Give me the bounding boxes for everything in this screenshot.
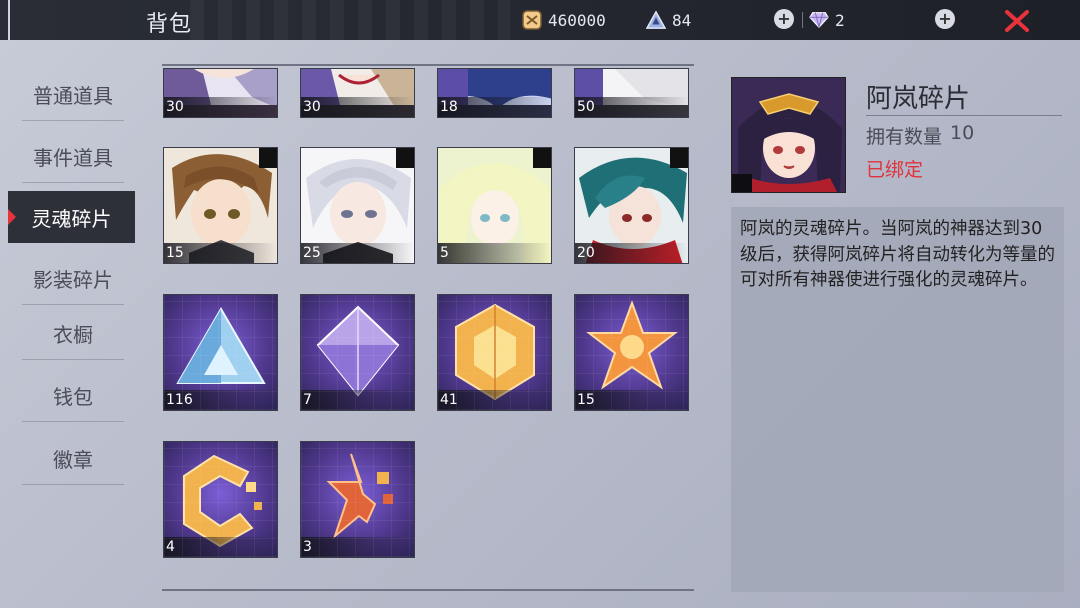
item-count: 25 — [301, 243, 414, 263]
diamond-value: 2 — [835, 10, 845, 30]
coin-icon — [522, 10, 542, 30]
purple-diamond-crystal-icon — [316, 305, 400, 397]
item-count: 4 — [164, 537, 277, 557]
item-count: 7 — [301, 390, 414, 410]
tab-badges[interactable]: 徽章 — [22, 432, 124, 485]
dark-hair-girl-portrait — [732, 78, 845, 192]
close-button[interactable] — [1004, 9, 1030, 33]
tab-label: 徽章 — [53, 447, 93, 472]
item-count: 15 — [575, 390, 688, 410]
item-count: 50 — [575, 97, 688, 117]
item-count: 30 — [164, 97, 277, 117]
item-name-underline — [866, 115, 1062, 116]
grid-top-divider — [162, 64, 694, 66]
top-bar: 背包 460000 84 + 2 + — [0, 0, 1080, 40]
bound-status: 已绑定 — [866, 159, 924, 181]
inventory-item[interactable]: 3 — [300, 441, 415, 558]
inventory-item[interactable]: 4 — [163, 441, 278, 558]
diamond-icon — [809, 10, 829, 30]
tab-wallet[interactable]: 钱包 — [22, 369, 124, 422]
tab-label: 普通道具 — [33, 83, 113, 108]
coin-value: 460000 — [548, 10, 606, 30]
currency-separator — [802, 12, 803, 28]
stamina-triangle-icon — [646, 10, 666, 30]
tab-shadow-fragments[interactable]: 影装碎片 — [22, 252, 124, 305]
tab-normal-items[interactable]: 普通道具 — [22, 68, 124, 121]
inventory-item[interactable]: 5 — [437, 147, 552, 264]
item-count: 41 — [438, 390, 551, 410]
topbar-edge-line — [8, 0, 10, 40]
add-stamina-button[interactable]: + — [774, 9, 794, 29]
topbar-pattern — [190, 0, 510, 40]
item-count: 3 — [301, 537, 414, 557]
item-count: 5 — [438, 243, 551, 263]
item-count: 15 — [164, 243, 277, 263]
stamina-counter: 84 — [646, 8, 691, 32]
item-name: 阿岚碎片 — [866, 84, 971, 114]
item-count: 20 — [575, 243, 688, 263]
inventory-item[interactable]: 15 — [574, 294, 689, 411]
gold-star-crystal-icon — [586, 300, 678, 390]
tab-soul-fragments[interactable]: 灵魂碎片 — [8, 191, 135, 243]
close-icon — [1005, 10, 1029, 32]
inventory-item[interactable]: 18 — [437, 68, 552, 118]
tab-label: 衣橱 — [53, 322, 93, 347]
blue-triangle-crystal-icon — [176, 307, 266, 384]
page-title: 背包 — [146, 12, 193, 37]
item-description-panel: 阿岚的灵魂碎片。当阿岚的神器达到30级后，获得阿岚碎片将自动转化为等量的可对所有… — [731, 207, 1064, 592]
red-broken-star-icon — [326, 453, 393, 540]
grid-bottom-divider — [162, 589, 694, 591]
item-description: 阿岚的灵魂碎片。当阿岚的神器达到30级后，获得阿岚碎片将自动转化为等量的可对所有… — [740, 219, 1055, 290]
item-count: 30 — [301, 97, 414, 117]
item-count: 116 — [164, 390, 277, 410]
coin-counter: 460000 — [522, 8, 606, 32]
inventory-item[interactable]: 30 — [300, 68, 415, 118]
inventory-item[interactable]: 50 — [574, 68, 689, 118]
tab-label: 钱包 — [53, 384, 93, 409]
stamina-value: 84 — [672, 10, 692, 30]
inventory-item[interactable]: 116 — [163, 294, 278, 411]
tab-wardrobe[interactable]: 衣橱 — [22, 307, 124, 360]
owned-count: 10 — [950, 122, 975, 144]
inventory-item[interactable]: 41 — [437, 294, 552, 411]
tab-label: 灵魂碎片 — [31, 206, 112, 231]
inventory-item[interactable]: 30 — [163, 68, 278, 118]
gold-broken-hexagon-icon — [183, 454, 262, 548]
tab-label: 影装碎片 — [33, 267, 113, 292]
selected-item-portrait — [731, 77, 846, 193]
item-count: 18 — [438, 97, 551, 117]
inventory-item[interactable]: 15 — [163, 147, 278, 264]
tab-label: 事件道具 — [33, 145, 113, 170]
inventory-item[interactable]: 7 — [300, 294, 415, 411]
add-diamond-button[interactable]: + — [935, 9, 955, 29]
gold-hexagon-crystal-icon — [455, 303, 535, 401]
inventory-item[interactable]: 25 — [300, 147, 415, 264]
owned-quantity: 拥有数量 10 — [866, 122, 974, 149]
diamond-counter: 2 — [809, 8, 845, 32]
inventory-item[interactable]: 20 — [574, 147, 689, 264]
tab-event-items[interactable]: 事件道具 — [22, 130, 124, 183]
owned-label: 拥有数量 — [866, 126, 943, 148]
